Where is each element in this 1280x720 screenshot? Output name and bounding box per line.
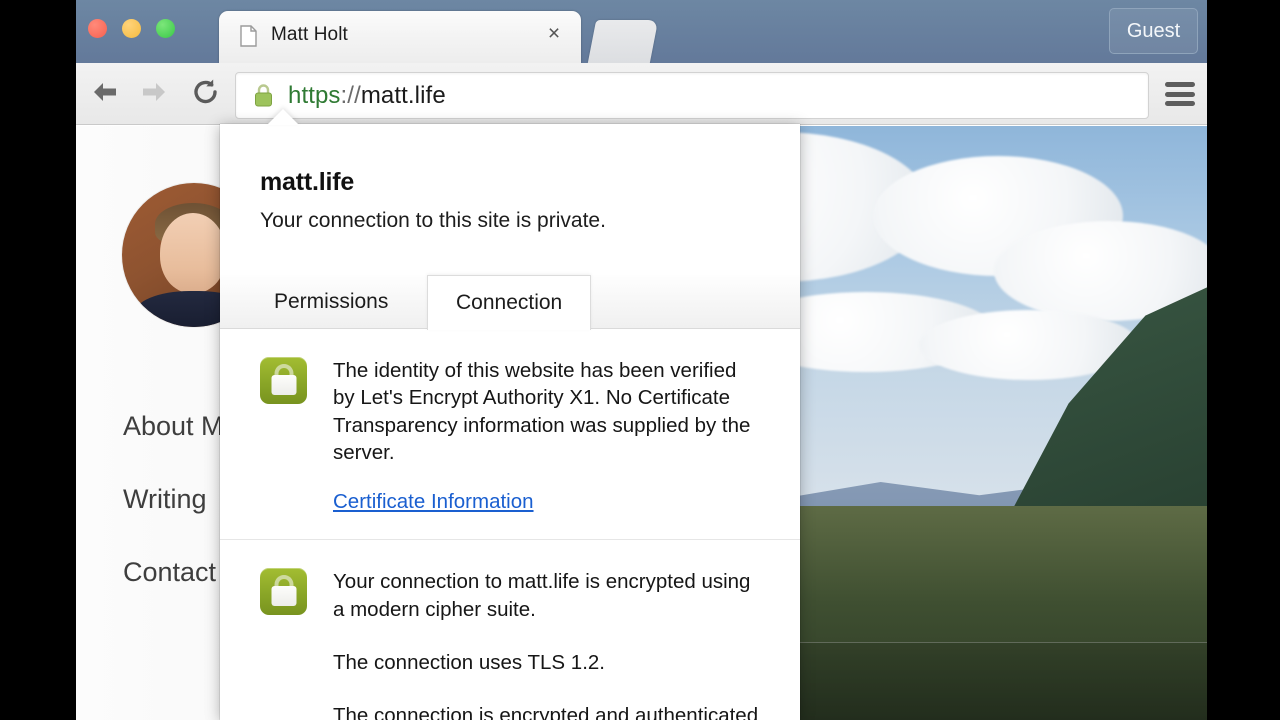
tab-strip: Matt Holt × Guest: [76, 0, 1207, 63]
encryption-paragraph-3: The connection is encrypted and authenti…: [333, 704, 759, 720]
close-window-button[interactable]: [88, 19, 107, 38]
reload-icon: [192, 78, 220, 111]
encryption-text-block: Your connection to matt.life is encrypte…: [333, 568, 760, 720]
encryption-paragraph-1: Your connection to matt.life is encrypte…: [333, 570, 751, 621]
identity-text-block: The identity of this website has been ve…: [333, 357, 760, 515]
close-icon[interactable]: ×: [545, 23, 563, 44]
url-host: matt.life: [360, 81, 446, 109]
lock-body: [271, 586, 296, 607]
encryption-paragraph-2: The connection uses TLS 1.2.: [333, 650, 605, 674]
tab-title: Matt Holt: [271, 24, 348, 45]
url-separator: ://: [340, 81, 361, 109]
site-info-popup: matt.life Your connection to this site i…: [220, 124, 800, 720]
popup-site-name: matt.life: [260, 168, 355, 196]
tab-permissions-label: Permissions: [274, 290, 389, 313]
guest-profile-button[interactable]: Guest: [1109, 8, 1198, 54]
back-button[interactable]: [87, 77, 123, 111]
lock-icon[interactable]: [253, 83, 274, 108]
window-traffic-lights: [88, 19, 175, 38]
address-bar-text: https://matt.life: [288, 82, 446, 110]
guest-label: Guest: [1126, 19, 1181, 42]
popup-body: The identity of this website has been ve…: [220, 329, 800, 720]
avatar-face: [160, 213, 226, 293]
new-tab-button[interactable]: [587, 20, 659, 63]
identity-section: The identity of this website has been ve…: [220, 329, 800, 515]
encryption-section: Your connection to matt.life is encrypte…: [220, 539, 800, 720]
forward-arrow-icon: [140, 80, 168, 109]
browser-toolbar: https://matt.life: [76, 63, 1207, 125]
tab-connection-label: Connection: [456, 291, 563, 314]
maximize-window-button[interactable]: [156, 19, 175, 38]
browser-window: Matt Holt × Guest https://matt.life Abou…: [76, 0, 1207, 720]
document-icon: [240, 25, 257, 47]
back-arrow-icon: [91, 80, 119, 109]
popup-tab-bar: Permissions Connection: [220, 275, 800, 330]
popup-header: matt.life Your connection to this site i…: [220, 124, 800, 233]
minimize-window-button[interactable]: [122, 19, 141, 38]
hamburger-menu-icon[interactable]: [1163, 80, 1197, 108]
menu-line-1: [1165, 82, 1195, 87]
green-lock-icon: [260, 568, 307, 616]
lock-body: [271, 375, 296, 395]
tab-connection[interactable]: Connection: [427, 275, 592, 330]
popup-arrow: [267, 109, 299, 125]
menu-line-2: [1165, 91, 1195, 97]
url-scheme: https: [288, 81, 341, 109]
identity-paragraph: The identity of this website has been ve…: [333, 359, 751, 464]
certificate-information-link[interactable]: Certificate Information: [333, 488, 534, 515]
screen-root: Matt Holt × Guest https://matt.life Abou…: [0, 0, 1280, 720]
menu-line-3: [1165, 101, 1195, 106]
forward-button[interactable]: [136, 77, 172, 111]
reload-button[interactable]: [188, 77, 224, 111]
address-bar[interactable]: https://matt.life: [235, 72, 1149, 119]
popup-subtitle: Your connection to this site is private.: [260, 209, 606, 232]
green-lock-icon: [260, 357, 307, 404]
browser-tab[interactable]: Matt Holt ×: [219, 11, 581, 63]
tab-permissions[interactable]: Permissions: [246, 275, 416, 329]
